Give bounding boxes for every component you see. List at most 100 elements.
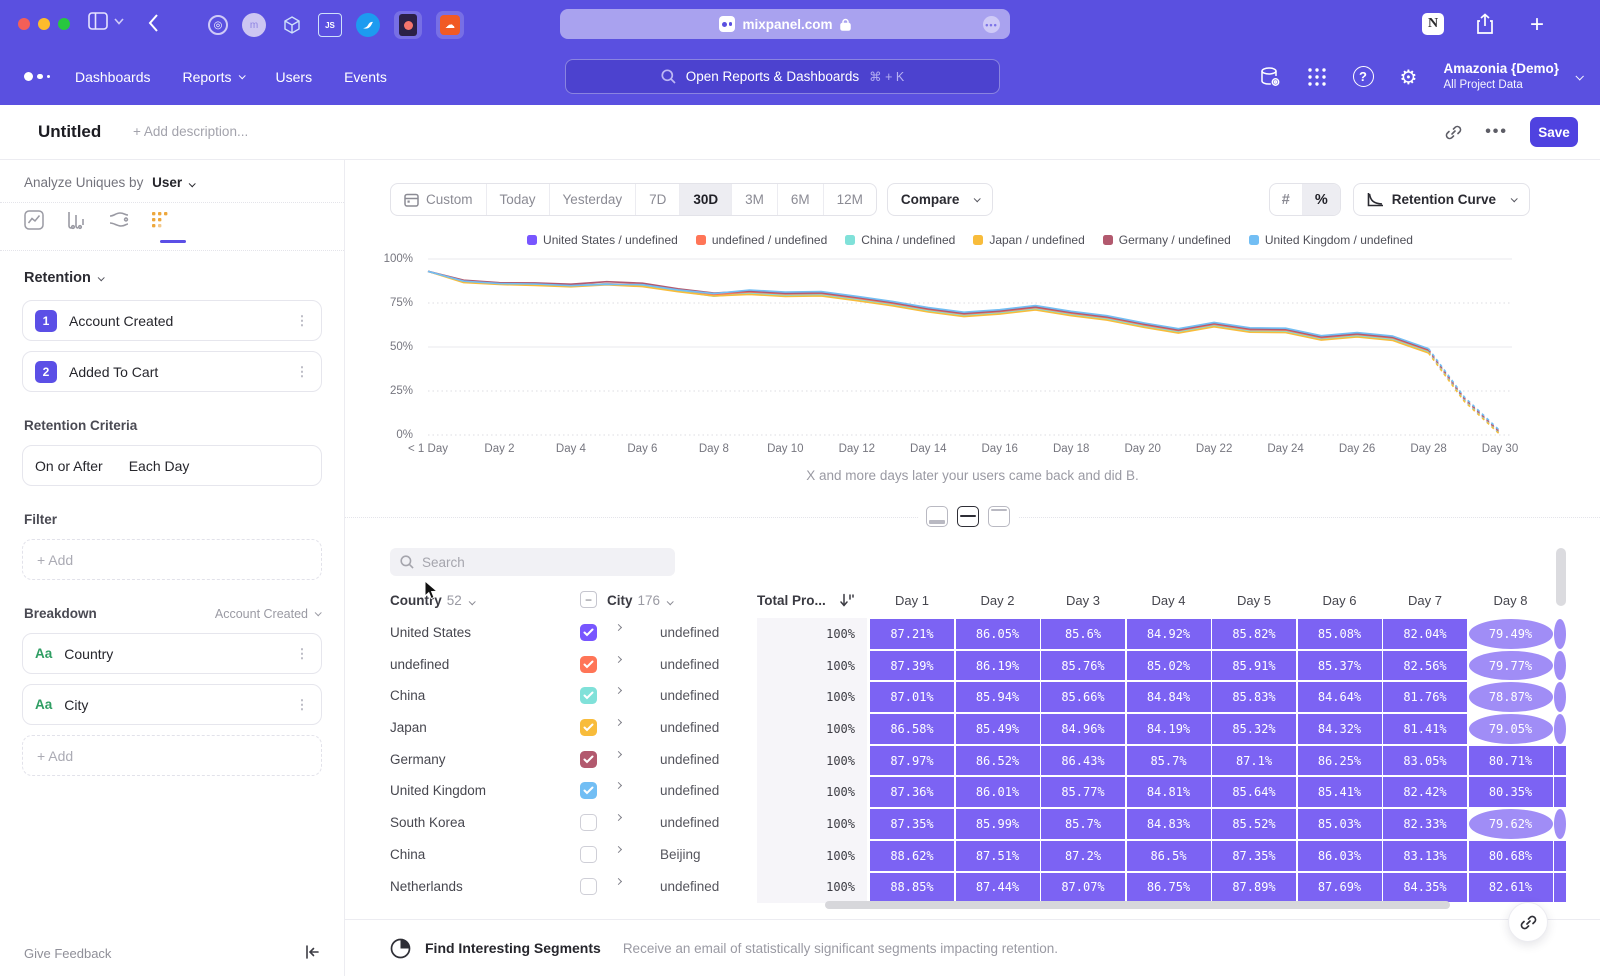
segments-title[interactable]: Find Interesting Segments <box>425 940 601 956</box>
retention-cell-day5[interactable]: 87.89% <box>1212 873 1296 903</box>
unit-percent-button[interactable]: % <box>1303 184 1340 215</box>
retention-cell-day5[interactable]: 87.1% <box>1212 746 1296 776</box>
day-column-header[interactable]: Day 7 <box>1383 593 1467 608</box>
retention-step-added-to-cart[interactable]: 2Added To Cart⋮ <box>22 351 322 392</box>
retention-cell-day6[interactable]: 84.32% <box>1298 714 1382 744</box>
city-column-header[interactable]: City176 <box>607 593 672 608</box>
retention-cell-day1[interactable]: 88.62% <box>870 841 954 871</box>
retention-cell-day1[interactable]: 87.97% <box>870 746 954 776</box>
retention-cell-day8[interactable]: 78.87% <box>1469 682 1553 712</box>
table-row[interactable]: Netherlandsundefined100%88.85%87.44%87.0… <box>345 872 1600 904</box>
retention-cell-day1[interactable]: 87.39% <box>870 651 954 681</box>
retention-cell-day7[interactable]: 81.41% <box>1383 714 1467 744</box>
retention-cell-day3[interactable]: 87.2% <box>1041 841 1125 871</box>
expand-chevron-icon[interactable] <box>615 624 622 631</box>
report-title[interactable]: Untitled <box>38 122 101 142</box>
retention-cell-day6[interactable]: 85.41% <box>1298 777 1382 807</box>
more-options-button[interactable]: ••• <box>1485 123 1508 141</box>
expand-chevron-icon[interactable] <box>615 877 622 884</box>
retention-cell-day3[interactable]: 86.43% <box>1041 746 1125 776</box>
view-chart-only-button[interactable] <box>926 506 948 527</box>
retention-cell-day2[interactable]: 87.51% <box>956 841 1040 871</box>
range-yesterday[interactable]: Yesterday <box>550 184 637 215</box>
retention-cell-day9-partial[interactable] <box>1554 873 1566 903</box>
tab-retention-icon[interactable] <box>150 210 170 236</box>
minimize-window-button[interactable] <box>38 18 50 30</box>
nav-link-reports[interactable]: Reports <box>183 69 244 85</box>
retention-cell-day4[interactable]: 84.81% <box>1127 777 1211 807</box>
retention-cell-day7[interactable]: 81.76% <box>1383 682 1467 712</box>
apps-grid-icon[interactable] <box>1307 67 1327 87</box>
tab-insights-icon[interactable] <box>24 210 44 236</box>
retention-cell-day4[interactable]: 86.75% <box>1127 873 1211 903</box>
retention-cell-day9-partial[interactable] <box>1554 651 1566 681</box>
retention-cell-day9-partial[interactable] <box>1554 682 1566 712</box>
settings-gear-icon[interactable]: ⚙ <box>1400 65 1418 89</box>
nav-link-events[interactable]: Events <box>344 69 387 85</box>
expand-chevron-icon[interactable] <box>615 719 622 726</box>
retention-cell-day2[interactable]: 86.52% <box>956 746 1040 776</box>
retention-cell-day6[interactable]: 85.37% <box>1298 651 1382 681</box>
retention-cell-day7[interactable]: 82.33% <box>1383 809 1467 839</box>
collapse-sidebar-icon[interactable] <box>304 944 320 960</box>
tab-flows-icon[interactable] <box>108 210 128 236</box>
table-row[interactable]: undefinedundefined100%87.39%86.19%85.76%… <box>345 650 1600 682</box>
retention-cell-day2[interactable]: 87.44% <box>956 873 1040 903</box>
retention-cell-day1[interactable]: 87.35% <box>870 809 954 839</box>
table-search-input[interactable]: Search <box>390 548 675 576</box>
retention-cell-day6[interactable]: 87.69% <box>1298 873 1382 903</box>
analyze-entity-dropdown[interactable]: User <box>152 175 194 190</box>
breakdown-country[interactable]: AaCountry⋮ <box>22 633 322 674</box>
extension-mixpanel-icon[interactable] <box>394 11 422 39</box>
retention-cell-day9-partial[interactable] <box>1554 777 1566 807</box>
table-row[interactable]: United Kingdomundefined100%87.36%86.01%8… <box>345 776 1600 808</box>
retention-cell-day1[interactable]: 87.36% <box>870 777 954 807</box>
extension-m-icon[interactable]: m <box>242 13 266 37</box>
add-filter-button[interactable]: + Add <box>22 539 322 580</box>
extension-cube-icon[interactable] <box>280 13 304 37</box>
retention-cell-day3[interactable]: 85.76% <box>1041 651 1125 681</box>
row-checkbox[interactable] <box>580 624 597 641</box>
sidebar-toggle-icon[interactable] <box>88 12 108 30</box>
legend-item-united-kingdom-undefined[interactable]: United Kingdom / undefined <box>1249 233 1413 247</box>
day-column-header[interactable]: Day 1 <box>870 593 954 608</box>
retention-cell-day3[interactable]: 87.07% <box>1041 873 1125 903</box>
retention-cell-day2[interactable]: 85.49% <box>956 714 1040 744</box>
retention-cell-day3[interactable]: 85.77% <box>1041 777 1125 807</box>
legend-item-germany-undefined[interactable]: Germany / undefined <box>1103 233 1231 247</box>
retention-cell-day2[interactable]: 85.94% <box>956 682 1040 712</box>
nav-link-dashboards[interactable]: Dashboards <box>75 69 151 85</box>
range-30d[interactable]: 30D <box>680 184 732 215</box>
day-column-header[interactable]: Day 4 <box>1127 593 1211 608</box>
save-button[interactable]: Save <box>1530 117 1578 147</box>
retention-cell-day7[interactable]: 82.56% <box>1383 651 1467 681</box>
expand-chevron-icon[interactable] <box>615 846 622 853</box>
kebab-menu-icon[interactable]: ⋮ <box>295 368 309 375</box>
add-breakdown-button[interactable]: + Add <box>22 735 322 776</box>
page-options-button[interactable]: ••• <box>983 16 1000 33</box>
retention-cell-day9-partial[interactable] <box>1554 746 1566 776</box>
extension-target-icon[interactable]: ◎ <box>208 15 228 35</box>
retention-cell-day7[interactable]: 83.05% <box>1383 746 1467 776</box>
retention-cell-day8[interactable]: 79.62% <box>1469 809 1553 839</box>
retention-cell-day9-partial[interactable] <box>1554 809 1566 839</box>
expand-chevron-icon[interactable] <box>615 751 622 758</box>
retention-cell-day4[interactable]: 86.5% <box>1127 841 1211 871</box>
retention-cell-day9-partial[interactable] <box>1554 841 1566 871</box>
expand-chevron-icon[interactable] <box>615 656 622 663</box>
share-link-fab[interactable] <box>1508 902 1548 942</box>
retention-cell-day6[interactable]: 84.64% <box>1298 682 1382 712</box>
retention-cell-day1[interactable]: 86.58% <box>870 714 954 744</box>
retention-cell-day1[interactable]: 88.85% <box>870 873 954 903</box>
data-management-icon[interactable] <box>1259 66 1281 88</box>
range-today[interactable]: Today <box>487 184 550 215</box>
day-column-header[interactable]: Day 2 <box>956 593 1040 608</box>
row-checkbox[interactable] <box>580 878 597 895</box>
retention-cell-day4[interactable]: 84.19% <box>1127 714 1211 744</box>
retention-cell-day8[interactable]: 79.77% <box>1469 651 1553 681</box>
nav-link-users[interactable]: Users <box>276 69 313 85</box>
share-icon[interactable] <box>1476 13 1494 35</box>
retention-cell-day7[interactable]: 83.13% <box>1383 841 1467 871</box>
retention-cell-day5[interactable]: 85.82% <box>1212 619 1296 649</box>
retention-cell-day9-partial[interactable] <box>1554 619 1566 649</box>
